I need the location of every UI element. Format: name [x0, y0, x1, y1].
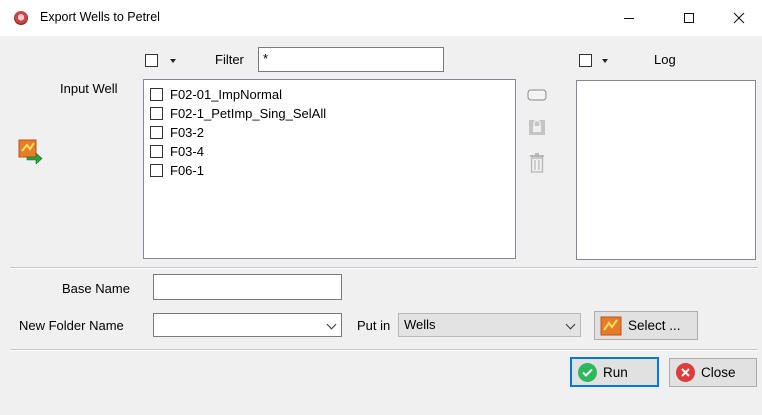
input-well-label: Input Well	[60, 81, 118, 96]
list-item[interactable]: F02-01_ImpNormal	[150, 85, 282, 103]
log-options-dropdown-icon[interactable]	[602, 59, 608, 63]
list-item[interactable]: F02-1_PetImp_Sing_SelAll	[150, 104, 326, 122]
list-item-label: F02-01_ImpNormal	[170, 86, 282, 102]
run-button-label: Run	[603, 364, 628, 380]
select-button-label: Select ...	[628, 318, 681, 333]
base-name-label: Base Name	[62, 281, 130, 296]
chevron-down-icon	[326, 319, 337, 330]
minimize-button[interactable]	[606, 0, 652, 36]
new-folder-name-combobox[interactable]	[153, 313, 342, 337]
base-name-input[interactable]	[153, 274, 342, 300]
close-circle-icon	[676, 363, 695, 382]
log-label: Log	[654, 52, 676, 67]
window-title: Export Wells to Petrel	[40, 10, 160, 24]
list-item[interactable]: F06-1	[150, 161, 204, 179]
list-item[interactable]: F03-2	[150, 123, 204, 141]
export-arrow-icon[interactable]	[17, 138, 43, 165]
new-folder-name-label: New Folder Name	[19, 318, 124, 333]
clear-button[interactable]	[526, 84, 548, 106]
input-well-list[interactable]: F02-01_ImpNormal F02-1_PetImp_Sing_SelAl…	[143, 79, 516, 259]
list-item[interactable]: F03-4	[150, 142, 204, 160]
trash-icon	[530, 153, 544, 173]
put-in-value: Wells	[404, 317, 436, 332]
item-checkbox[interactable]	[150, 163, 163, 177]
run-button[interactable]: Run	[570, 357, 659, 387]
item-checkbox[interactable]	[150, 144, 163, 158]
close-window-button[interactable]	[716, 0, 762, 36]
clear-icon	[527, 89, 547, 101]
list-item-label: F02-1_PetImp_Sing_SelAll	[170, 105, 327, 121]
maximize-icon	[684, 13, 694, 23]
select-options-dropdown-icon[interactable]	[170, 59, 176, 63]
lock-button[interactable]	[526, 116, 548, 138]
log-select-all-checkbox[interactable]	[579, 54, 592, 67]
divider	[10, 267, 758, 269]
dialog-body: Filter * Log Input Well F02-01_ImpNormal…	[0, 36, 762, 415]
select-all-checkbox[interactable]	[145, 54, 158, 67]
filter-input[interactable]: *	[258, 47, 444, 72]
app-logo-icon	[14, 11, 28, 25]
title-bar: Export Wells to Petrel	[0, 0, 762, 36]
put-in-combobox[interactable]: Wells	[398, 313, 581, 337]
maximize-button[interactable]	[666, 0, 712, 36]
list-item-label: F03-4	[170, 143, 204, 159]
put-in-label: Put in	[357, 318, 391, 333]
log-list[interactable]	[576, 80, 756, 260]
check-icon	[578, 362, 597, 382]
chevron-down-icon	[565, 319, 576, 330]
close-button[interactable]: Close	[669, 358, 757, 387]
close-button-label: Close	[701, 365, 736, 380]
delete-button[interactable]	[526, 152, 548, 174]
item-checkbox[interactable]	[150, 106, 163, 120]
filter-label: Filter	[215, 52, 244, 67]
item-checkbox[interactable]	[150, 87, 163, 101]
list-item-label: F06-1	[170, 162, 204, 178]
minimize-icon	[624, 18, 634, 19]
petrel-icon	[600, 316, 622, 335]
divider	[10, 349, 758, 351]
list-item-label: F03-2	[170, 124, 204, 140]
lock-icon	[529, 119, 545, 135]
item-checkbox[interactable]	[150, 125, 163, 139]
select-button[interactable]: Select ...	[594, 311, 698, 340]
close-icon	[733, 12, 745, 24]
